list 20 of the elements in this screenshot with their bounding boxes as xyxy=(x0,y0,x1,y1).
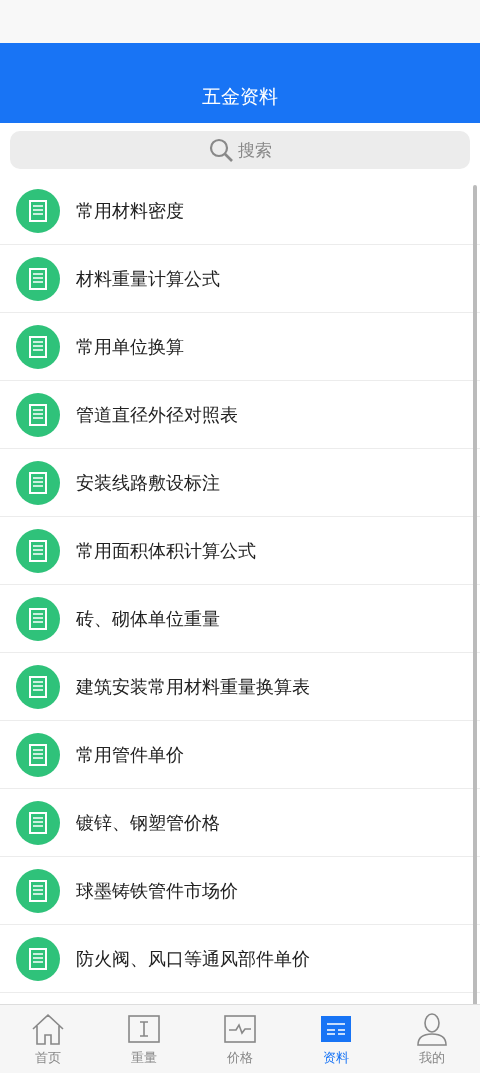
tab[interactable]: 重量 xyxy=(96,1005,192,1073)
document-icon xyxy=(16,664,60,709)
document-icon xyxy=(16,936,60,981)
document-icon xyxy=(16,732,60,777)
home-icon xyxy=(30,1011,66,1047)
document-icon xyxy=(16,392,60,437)
page-title: 五金资料 xyxy=(202,84,278,109)
document-icon xyxy=(16,188,60,233)
document-icon xyxy=(16,868,60,913)
document-icon xyxy=(16,800,60,845)
user-icon xyxy=(414,1011,450,1047)
document-icon xyxy=(16,528,60,573)
search-icon xyxy=(208,137,234,163)
document-icon xyxy=(16,256,60,301)
tab[interactable]: 首页 xyxy=(0,1005,96,1073)
document-icon xyxy=(16,324,60,369)
tab[interactable]: 资料 xyxy=(288,1005,384,1073)
document-icon xyxy=(16,460,60,505)
tab[interactable]: 我的 xyxy=(384,1005,480,1073)
document-icon xyxy=(16,596,60,641)
